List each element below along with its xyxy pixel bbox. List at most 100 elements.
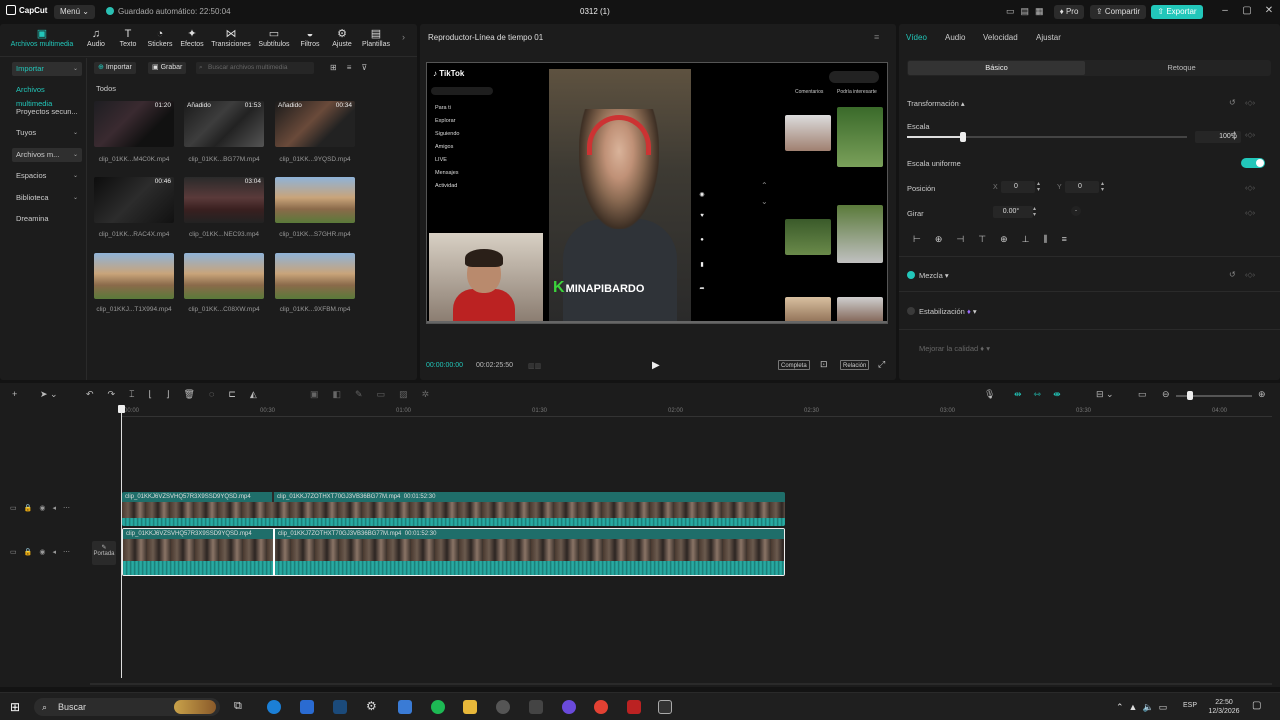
store-icon[interactable] [398, 700, 412, 714]
view-controls[interactable]: ⊞≡⊽ [330, 63, 377, 72]
close-icon[interactable]: ✕ [1262, 5, 1276, 16]
transform-icon[interactable]: ▭ [377, 389, 400, 399]
task-view-icon[interactable]: ⧉ [234, 700, 242, 713]
delete-icon[interactable]: 🗑 [184, 389, 209, 399]
ratio-button[interactable]: Relación [840, 360, 870, 370]
play-icon[interactable]: ▶ [652, 360, 660, 371]
focus-icon[interactable]: ⊡ [820, 359, 828, 370]
tab-video[interactable]: Vídeo [906, 33, 927, 42]
position-x-input[interactable]: 0 [1001, 181, 1035, 193]
network-icon[interactable]: ▲ [1129, 702, 1143, 712]
mail-icon[interactable] [300, 700, 314, 714]
volume-icon[interactable]: 🔈 [1142, 702, 1158, 712]
mirror-icon[interactable]: ◧ [333, 389, 356, 399]
sidebar-item-spaces[interactable]: Espacios ⌄ [12, 169, 82, 183]
fullscreen-icon[interactable]: ⤢ [878, 359, 885, 370]
more-icon[interactable]: ⋯ [63, 505, 77, 512]
keyframe-icon[interactable]: ‹◇› [1245, 209, 1255, 217]
sort-icon[interactable]: ≡ [347, 63, 362, 72]
tab-audio[interactable]: Audio [945, 33, 965, 42]
sidebar-item-media[interactable]: Archivos multimedia [12, 83, 82, 108]
eye-icon[interactable]: ◉ [39, 549, 52, 556]
undo-icon[interactable]: ↶ [86, 389, 108, 399]
smart-icon[interactable]: ✲ [422, 389, 444, 399]
split-left-icon[interactable]: ⌊ [149, 389, 167, 399]
freeze-icon[interactable]: ▣ [310, 389, 333, 399]
uniform-scale-toggle[interactable] [1241, 158, 1265, 168]
lock-icon[interactable]: 🔒 [24, 505, 40, 512]
spotify-icon[interactable] [431, 700, 445, 714]
brush-icon[interactable]: ◭ [250, 389, 271, 399]
track-type-icon[interactable]: ▭ [10, 549, 24, 556]
tool-subtitles[interactable]: ▭ Subtítulos [254, 28, 294, 48]
battery-icon[interactable]: ▭ [1159, 702, 1173, 712]
video-track-1[interactable]: clip_01KKJ6VZSVHQ57R3X9SSD9YQSD.mp4 clip… [122, 492, 785, 526]
stabilize-section[interactable]: Estabilización ♦ ▾ [907, 307, 977, 316]
stepper-icon[interactable]: ▴ ▾ [1101, 181, 1104, 193]
obs-icon[interactable] [496, 700, 510, 714]
crop-icon[interactable]: ⊏ [228, 389, 250, 399]
clock[interactable]: 22:50 12/3/2026 [1202, 698, 1246, 716]
media-clip-9[interactable] [275, 253, 355, 299]
more-icon[interactable]: ⋯ [63, 549, 77, 556]
seg-basic[interactable]: Básico [908, 61, 1085, 75]
split-icon[interactable]: ⌶ [129, 389, 148, 399]
waveform-icon[interactable]: ▥▥ [528, 362, 541, 370]
video-app-icon[interactable] [627, 700, 641, 714]
complete-button[interactable]: Completa [778, 360, 810, 370]
preview-axis-icon[interactable]: ⇼ [1053, 389, 1073, 399]
tab-speed[interactable]: Velocidad [983, 33, 1018, 42]
sidebar-item-library[interactable]: Biblioteca ⌄ [12, 191, 82, 205]
distribute-h-icon[interactable]: ⫼ [1043, 234, 1061, 244]
split-right-icon[interactable]: ⌋ [166, 389, 184, 399]
notification-icon[interactable]: ▢ [1252, 700, 1261, 711]
maximize-icon[interactable]: ▢ [1240, 5, 1254, 16]
magic-icon[interactable]: ✎ [355, 389, 377, 399]
seg-retouch[interactable]: Retoque [1093, 61, 1270, 75]
export-button[interactable]: ⇧ Exportar [1151, 5, 1203, 19]
reset-icon[interactable]: ↺ [1229, 270, 1236, 279]
lock-icon[interactable]: 🔒 [24, 549, 40, 556]
capcut-taskbar-icon[interactable] [658, 700, 672, 714]
tool-media[interactable]: ▣ Archivos multimedia [2, 28, 82, 48]
clip-boundary[interactable] [273, 529, 275, 575]
blend-section[interactable]: Mezcla ▾ [907, 271, 949, 280]
speaker-icon[interactable]: ◂ [52, 505, 63, 512]
track2-clip-b-header[interactable]: clip_01KKJ7ZOTHXT70GJ3VB36BG77M.mp4 00:0… [275, 529, 784, 539]
microphone-icon[interactable]: 🎙 [984, 389, 995, 400]
caption-icon[interactable]: ▭ [1138, 389, 1147, 400]
align-bottom-icon[interactable]: ⊥ [1022, 234, 1044, 244]
grid-view-icon[interactable]: ⊞ [330, 63, 347, 72]
menu-button[interactable]: Menú ⌄ [54, 5, 95, 19]
mask-icon[interactable]: ◌ [209, 389, 228, 399]
speaker-icon[interactable]: ◂ [52, 549, 63, 556]
zoom-out-icon[interactable]: ⊖ [1162, 389, 1170, 400]
playhead-handle[interactable] [118, 405, 125, 413]
folder-icon[interactable] [463, 700, 477, 714]
align-left-icon[interactable]: ⊢ [913, 234, 935, 244]
media-clip-8[interactable] [184, 253, 264, 299]
keyframe-icon[interactable]: ‹◇› [1245, 184, 1255, 192]
track2-clip-a-header[interactable]: clip_01KKJ6VZSVHQ57R3X9SSD9YQSD.mp4 [123, 529, 273, 539]
align-right-icon[interactable]: ⊣ [956, 234, 978, 244]
sidebar-item-files[interactable]: Archivos m... ⌄ [12, 148, 82, 162]
settings-gear-icon[interactable]: ⚙ [366, 699, 377, 713]
align-top-icon[interactable]: ⊤ [978, 234, 1000, 244]
media-clip-3[interactable]: Añadido 00:34 [275, 101, 355, 147]
import-button[interactable]: ⊕ Importar [94, 62, 136, 74]
layout-icons[interactable]: ▭▤▦ [1006, 6, 1050, 17]
taskbar-search[interactable]: ⌕ Buscar [34, 698, 220, 716]
quality-section[interactable]: Mejorar la calidad ♦ ▾ [919, 344, 990, 353]
keyframe-icon[interactable]: ‹◇› [1245, 99, 1255, 107]
sidebar-item-dreamina[interactable]: Dreamina [12, 212, 82, 226]
account-icon[interactable]: ▦ [1035, 6, 1050, 16]
media-clip-4[interactable]: 00:46 [94, 177, 174, 223]
zoom-in-icon[interactable]: ⊕ [1258, 389, 1266, 400]
windows-start-icon[interactable]: ⊞ [10, 700, 20, 714]
record-button[interactable]: ▣ Grabar [148, 62, 187, 74]
eye-icon[interactable]: ◉ [39, 505, 52, 512]
checkbox-checked-icon[interactable] [907, 271, 915, 279]
timeline-scrollbar[interactable] [90, 683, 1272, 685]
edge-icon[interactable] [267, 700, 281, 714]
redo-icon[interactable]: ↷ [108, 389, 130, 399]
